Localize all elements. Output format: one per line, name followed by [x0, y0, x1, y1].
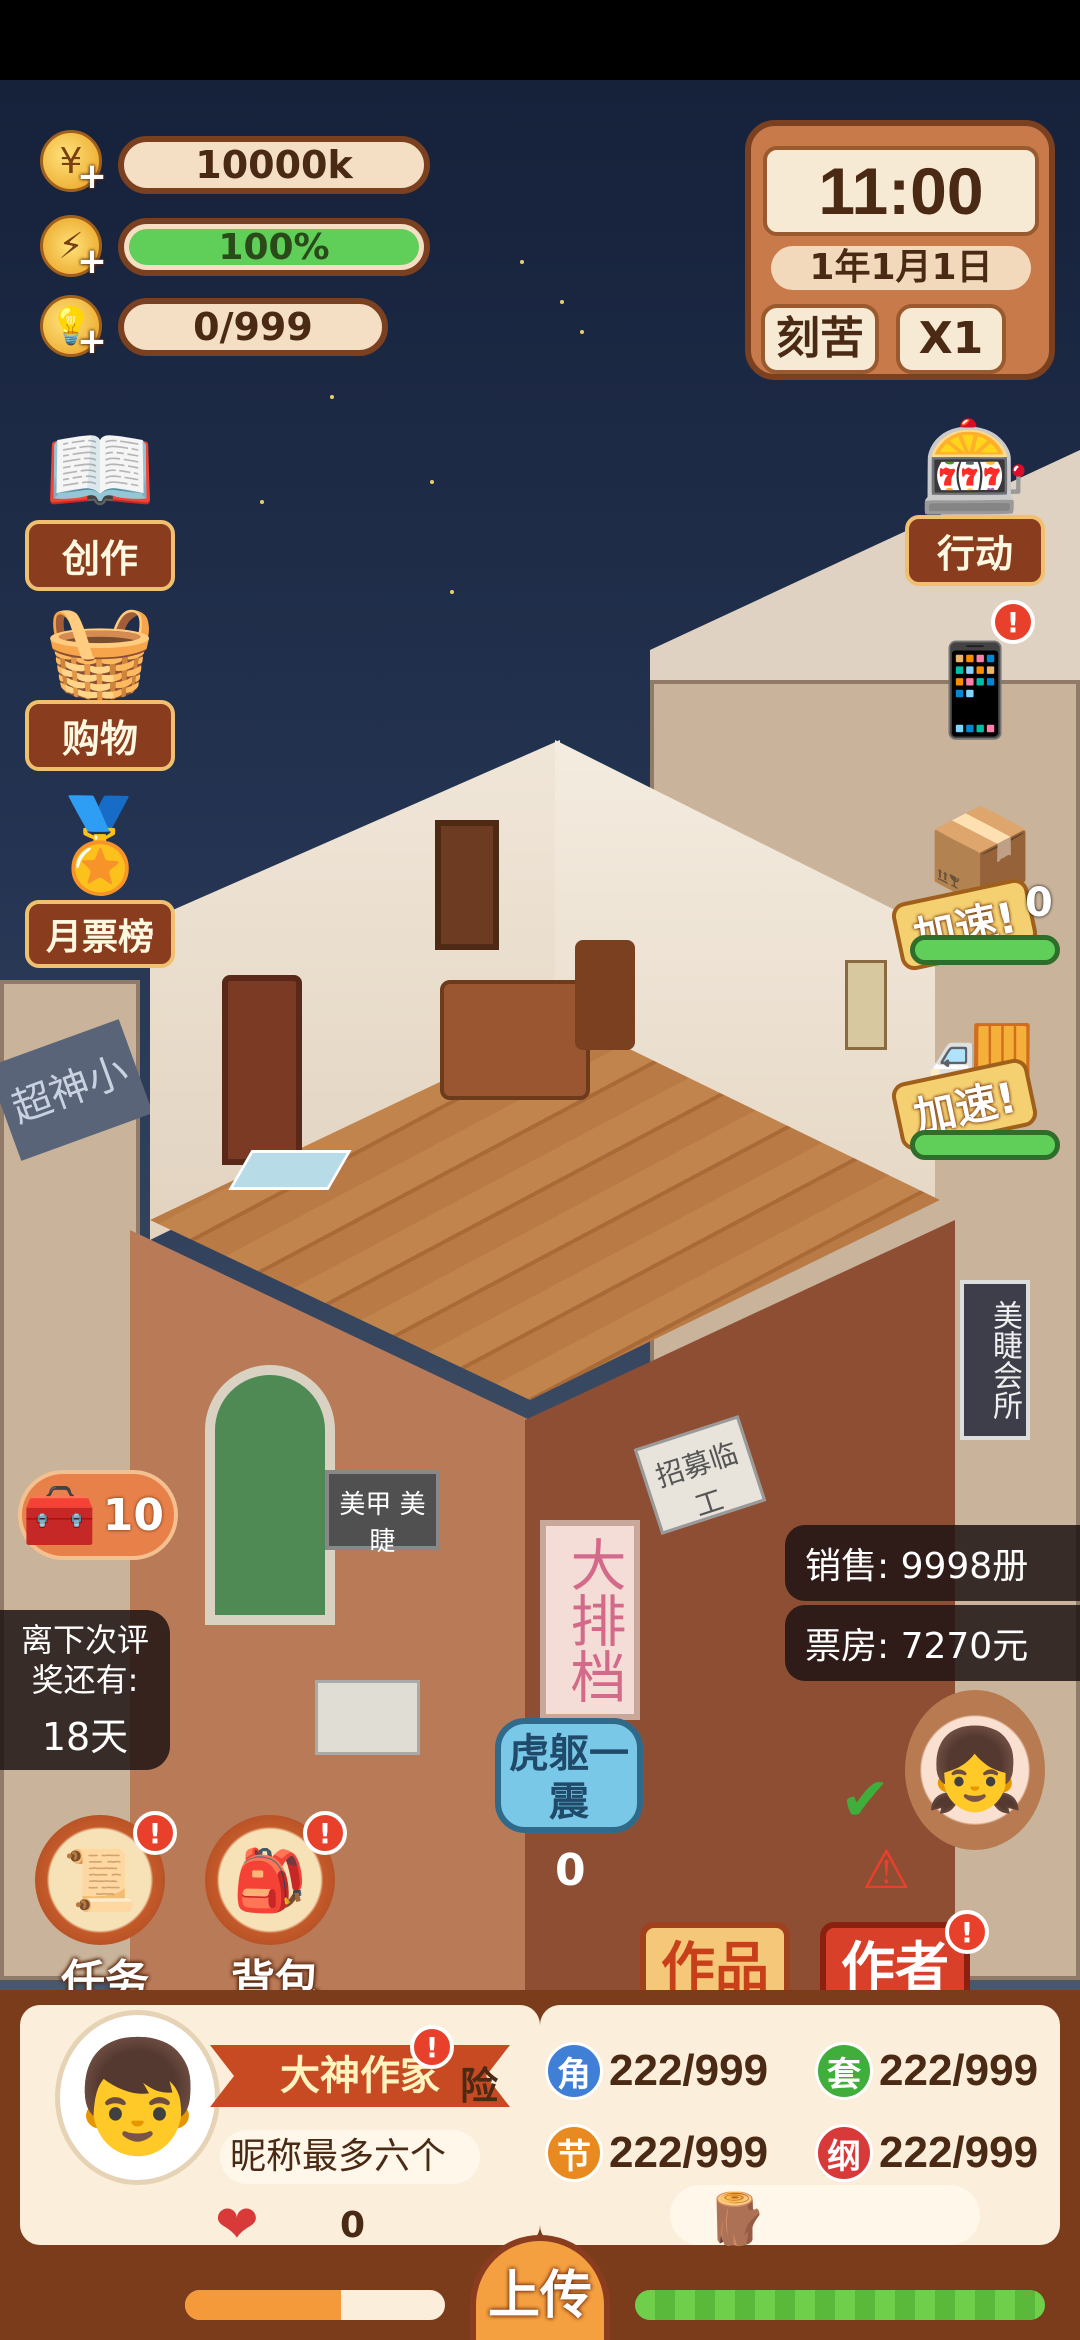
star: [330, 395, 334, 399]
status-bar: [0, 0, 1080, 80]
attribute-item: 节 222/999: [545, 2124, 769, 2182]
inspiration-amount: 0/999: [118, 298, 388, 356]
heart-icon[interactable]: ❤: [215, 2195, 259, 2255]
box-office-stat: 票房: 7270元: [785, 1605, 1080, 1681]
star: [430, 480, 434, 484]
delivery-progress: [910, 935, 1060, 965]
room-door: [222, 975, 302, 1165]
assistant-avatar[interactable]: 👧: [905, 1690, 1045, 1850]
left-progress-fill: [185, 2290, 341, 2320]
star: [450, 590, 454, 594]
phone-icon: 📱: [918, 637, 1032, 743]
attribute-item: 套 222/999: [815, 2042, 1039, 2100]
award-countdown: 离下次评奖还有: 18天: [0, 1610, 170, 1770]
add-inspiration-icon[interactable]: +: [77, 321, 107, 362]
tiger-skill-count: 0: [555, 1845, 586, 1896]
shop-label: 购物: [25, 700, 175, 771]
star: [580, 330, 584, 334]
award-countdown-days: 18天: [41, 1715, 129, 1759]
nickname: 昵称最多六个: [220, 2130, 480, 2184]
profile-alert-icon: !: [410, 2025, 454, 2069]
clock-time: 11:00: [763, 146, 1039, 236]
treasure-chest-button[interactable]: 🧰 10: [18, 1470, 178, 1560]
star: [260, 500, 264, 504]
lightning-icon[interactable]: ⚡ +: [40, 215, 107, 282]
clock-panel: 11:00 1年1月1日 刻苦 X1: [745, 120, 1055, 380]
chair: [575, 940, 635, 1050]
attribute-icon: 套: [815, 2042, 873, 2100]
chest-count: 10: [102, 1489, 164, 1541]
attribute-item: 纲 222/999: [815, 2124, 1039, 2182]
star: [560, 300, 564, 304]
sales-stat: 销售: 9998册: [785, 1525, 1080, 1601]
attribute-value: 222/999: [609, 2128, 769, 2177]
coin-amount: 10000k: [118, 136, 430, 194]
tasks-alert-icon: !: [133, 1811, 177, 1855]
author-alert-icon: !: [945, 1910, 989, 1954]
right-progress-bar: [630, 2285, 1050, 2325]
window-frame: [435, 820, 499, 950]
truck-progress: [910, 1130, 1060, 1160]
vending-icon: 🎰: [918, 415, 1032, 520]
arch-window: [205, 1365, 335, 1625]
building-sign-right: 美睫会所: [960, 1280, 1030, 1440]
shop-button[interactable]: 🧺 购物: [25, 597, 175, 771]
action-button[interactable]: 🎰 行动: [905, 415, 1045, 586]
monthly-rank-button[interactable]: 🏅 月票榜: [25, 790, 175, 970]
phone-button[interactable]: 📱 !: [905, 600, 1045, 770]
nail-shop-sign: 美甲 美睫: [325, 1470, 440, 1557]
book-icon: 📖: [43, 417, 157, 523]
award-countdown-text: 离下次评奖还有:: [20, 1621, 149, 1699]
wall-poster: [845, 960, 887, 1050]
speed-button[interactable]: X1: [896, 304, 1006, 374]
medal-icon: 🏅: [43, 792, 157, 898]
attribute-icon: 纲: [815, 2124, 873, 2182]
monthly-rank-label: 月票榜: [25, 900, 175, 968]
attribute-icon: 节: [545, 2124, 603, 2182]
attribute-value: 222/999: [609, 2046, 769, 2095]
coin-icon[interactable]: ¥ +: [40, 130, 107, 197]
energy-bar: 100%: [118, 218, 430, 276]
game-date: 1年1月1日: [771, 246, 1031, 290]
backpack-button[interactable]: 🎒 ! 背包: [205, 1811, 347, 2009]
treasure-chest-icon: 🧰: [22, 1480, 97, 1551]
energy-fill: 100%: [129, 227, 419, 268]
warning-icon: ⚠: [862, 1838, 911, 1901]
tiger-skill-button[interactable]: 虎躯一震: [495, 1718, 643, 1833]
attribute-icon: 角: [545, 2042, 603, 2100]
right-progress-fill: [635, 2290, 1045, 2320]
basket-icon: 🧺: [43, 597, 157, 703]
add-energy-icon[interactable]: +: [77, 241, 107, 282]
create-label: 创作: [25, 520, 175, 591]
attribute-value: 222/999: [879, 2128, 1039, 2177]
tasks-button[interactable]: 📜 ! 任务: [35, 1811, 177, 2009]
action-label: 行动: [905, 515, 1045, 586]
work-mode-button[interactable]: 刻苦: [761, 304, 879, 374]
left-progress-bar: [180, 2285, 450, 2325]
accelerate-count: 0: [1025, 880, 1053, 926]
backpack-alert-icon: !: [303, 1811, 347, 1855]
attribute-item: 角 222/999: [545, 2042, 769, 2100]
attribute-value: 222/999: [879, 2046, 1039, 2095]
quill-icon: 🪵: [705, 2190, 768, 2248]
star: [520, 260, 524, 264]
check-icon: ✔: [840, 1765, 891, 1835]
phone-alert-icon: !: [991, 600, 1035, 644]
likes-count: 0: [340, 2205, 366, 2246]
genre-label: 险: [460, 2064, 499, 2108]
writing-desk[interactable]: [440, 980, 590, 1100]
ac-unit: [315, 1680, 420, 1755]
create-button[interactable]: 📖 创作: [25, 417, 175, 591]
avatar[interactable]: 👦: [55, 2010, 220, 2185]
restaurant-sign: 大排档: [540, 1520, 640, 1720]
add-coin-icon[interactable]: +: [77, 156, 107, 197]
lightbulb-icon[interactable]: 💡 +: [40, 295, 107, 362]
